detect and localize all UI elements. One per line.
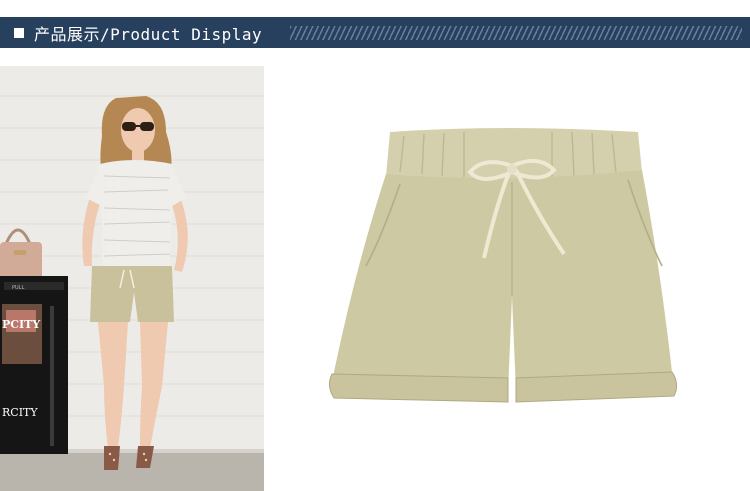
section-header: 产品展示/Product Display (0, 17, 750, 48)
model-photo: PULL PCITY RCITY (0, 66, 264, 491)
svg-text:PULL: PULL (12, 285, 24, 291)
svg-text:RCITY: RCITY (2, 406, 38, 419)
newspaper-box: PULL PCITY RCITY (0, 276, 68, 454)
section-title: 产品展示/Product Display (34, 24, 263, 44)
svg-text:PCITY: PCITY (2, 318, 40, 331)
header-hatch-decoration (290, 26, 742, 40)
product-photo (276, 66, 750, 491)
square-bullet-icon (14, 27, 24, 38)
khaki-shorts (328, 128, 678, 403)
